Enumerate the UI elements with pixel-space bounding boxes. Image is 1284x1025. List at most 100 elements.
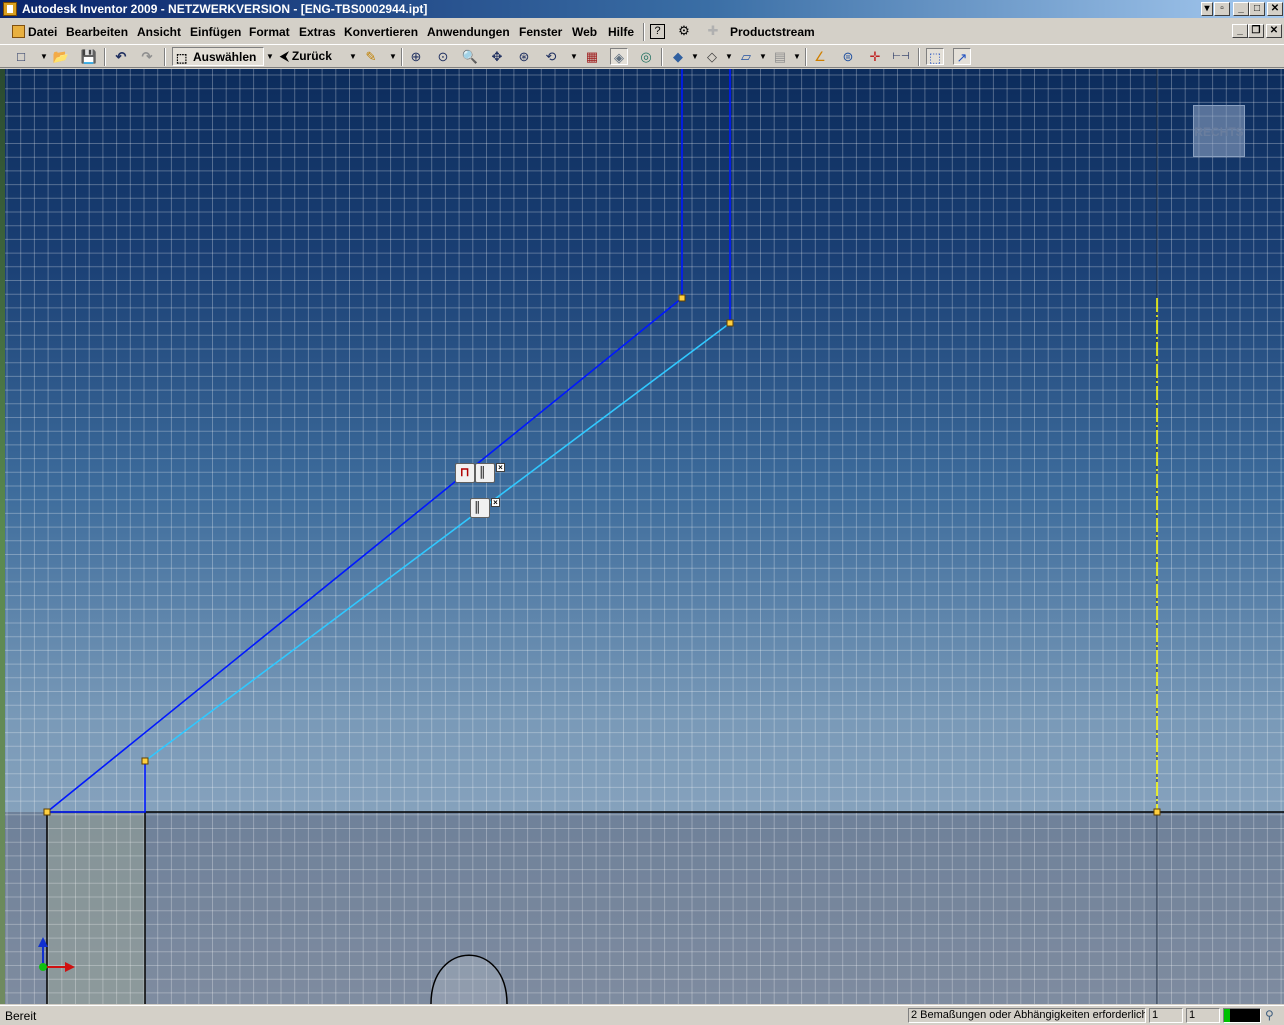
minimize-button[interactable]: _ xyxy=(1233,2,1249,16)
menu-einfuegen[interactable]: Einfügen xyxy=(190,25,241,39)
angle-icon[interactable]: ∠ xyxy=(811,48,829,65)
standard-toolbar: □ ▼ 📂 💾 ↶ ↷ ⬚ Auswählen ▼ ⮜ Zurück ▼ ✎ ▼… xyxy=(0,44,1284,68)
add-plus-icon[interactable]: ✚ xyxy=(705,23,721,39)
sketch-point xyxy=(1153,808,1161,816)
toolbar-separator xyxy=(918,48,920,66)
finish-sketch-icon[interactable]: ↗ xyxy=(953,48,971,65)
display-icon[interactable]: ◎ xyxy=(637,48,655,65)
sketch-dropdown-icon[interactable]: ▼ xyxy=(389,48,397,65)
menu-bar: Datei Bearbeiten Ansicht Einfügen Format… xyxy=(0,21,1284,43)
menu-konvertieren[interactable]: Konvertieren xyxy=(344,25,418,39)
parallel-constraint-glyph-2[interactable]: ∥ xyxy=(470,498,490,518)
toolbar-separator xyxy=(661,48,663,66)
help-question-icon[interactable]: ? xyxy=(650,24,665,39)
open-icon[interactable]: 📂 xyxy=(52,48,70,65)
title-bar: Autodesk Inventor 2009 - NETZWERKVERSION… xyxy=(0,0,1284,18)
sketch-profile-line xyxy=(44,69,683,813)
back-dropdown-icon[interactable]: ▼ xyxy=(349,48,357,65)
fix-constraint-glyph[interactable]: ⊓ xyxy=(455,463,475,483)
sketch-point xyxy=(141,757,149,765)
slice-graphics-icon[interactable]: ⊜ xyxy=(839,48,857,65)
orbit-dropdown-icon[interactable]: ▼ xyxy=(570,48,578,65)
lock-icon: ⊓ xyxy=(460,465,470,479)
toolbar-separator xyxy=(401,48,403,66)
menu-web[interactable]: Web xyxy=(572,25,597,39)
doc-restore-button[interactable]: ❐ xyxy=(1248,24,1264,38)
save-icon[interactable]: 💾 xyxy=(80,48,98,65)
productstream-menu[interactable]: Productstream xyxy=(730,25,815,39)
select-dropdown-icon[interactable]: ▼ xyxy=(266,48,274,65)
status-field-1: 1 xyxy=(1149,1008,1183,1023)
menu-datei[interactable]: Datei xyxy=(28,25,57,39)
menu-fenster[interactable]: Fenster xyxy=(519,25,562,39)
menu-bearbeiten[interactable]: Bearbeiten xyxy=(66,25,128,39)
plane-dropdown-icon[interactable]: ▼ xyxy=(759,48,767,65)
select-label: Auswählen xyxy=(193,50,257,64)
sketch-point xyxy=(726,319,734,327)
status-ready: Bereit xyxy=(5,1009,37,1023)
select-icon: ⬚ xyxy=(176,51,188,65)
dropdown-button[interactable]: ▾ xyxy=(1201,2,1213,16)
maximize-button[interactable]: □ xyxy=(1249,2,1265,16)
zoom-window-icon[interactable]: ⊙ xyxy=(434,48,452,65)
parallel-constraint-glyph[interactable]: ∥ xyxy=(475,463,495,483)
select-button[interactable]: ⬚ Auswählen xyxy=(172,47,264,66)
parallel-icon: ∥ xyxy=(479,464,486,479)
back-button[interactable]: ⮜ Zurück xyxy=(280,47,346,66)
zoom-all-icon[interactable]: ⊕ xyxy=(407,48,425,65)
sketch-icon[interactable]: ✎ xyxy=(362,48,380,65)
constraint-icon[interactable]: ⬚ xyxy=(926,48,944,65)
zoom-selected-icon[interactable]: ⊛ xyxy=(515,48,533,65)
doc-minimize-button[interactable]: _ xyxy=(1232,24,1248,38)
status-bar: Bereit 2 Bemaßungen oder Abhängigkeiten … xyxy=(0,1005,1284,1025)
close-glyph-icon[interactable]: × xyxy=(491,498,500,507)
parallel-icon: ∥ xyxy=(474,499,481,514)
part-face-region xyxy=(5,812,1284,1004)
section-dropdown-icon[interactable]: ▼ xyxy=(793,48,801,65)
undo-icon[interactable]: ↶ xyxy=(112,48,130,65)
pan-icon[interactable]: ✥ xyxy=(488,48,506,65)
view-cube[interactable]: RECHTS xyxy=(1193,105,1245,157)
shaded-icon[interactable]: ◈ xyxy=(610,48,628,65)
toolbar-separator xyxy=(104,48,106,66)
view-cube-icon[interactable]: ◆ xyxy=(669,48,687,65)
selected-sketch-line xyxy=(144,322,731,762)
ground-shadow-icon[interactable]: ◇ xyxy=(703,48,721,65)
new-file-icon[interactable]: □ xyxy=(12,48,30,65)
orbit-icon[interactable]: ⟲ xyxy=(542,48,560,65)
redo-icon[interactable]: ↷ xyxy=(138,48,156,65)
look-at-icon[interactable]: ▦ xyxy=(583,48,601,65)
sketch-point xyxy=(43,808,51,816)
shadow-dropdown-icon[interactable]: ▼ xyxy=(725,48,733,65)
graphics-viewport[interactable]: RECHTS ⊓ ∥ × ∥ × xyxy=(5,69,1284,1004)
sketch-canvas[interactable] xyxy=(5,69,1284,1004)
plane-icon[interactable]: ▱ xyxy=(737,48,755,65)
section-icon[interactable]: ▤ xyxy=(771,48,789,65)
resize-grip-icon[interactable]: ⚲ xyxy=(1265,1008,1274,1022)
toolbar-separator xyxy=(805,48,807,66)
document-icon[interactable] xyxy=(12,25,25,38)
new-dropdown-icon[interactable]: ▼ xyxy=(40,48,48,65)
inventor-app-icon[interactable] xyxy=(3,2,17,16)
menu-hilfe[interactable]: Hilfe xyxy=(608,25,634,39)
close-glyph-icon[interactable]: × xyxy=(496,463,505,472)
doc-close-button[interactable]: ✕ xyxy=(1266,24,1282,38)
cube-dropdown-icon[interactable]: ▼ xyxy=(691,48,699,65)
productstream-user-icon[interactable]: ⚙ xyxy=(676,23,692,39)
window-title: Autodesk Inventor 2009 - NETZWERKVERSION… xyxy=(22,2,428,16)
menu-anwendungen[interactable]: Anwendungen xyxy=(427,25,510,39)
status-message: 2 Bemaßungen oder Abhängigkeiten erforde… xyxy=(908,1008,1146,1023)
back-arrow-icon: ⮜ xyxy=(280,49,289,63)
origin-indicator xyxy=(39,963,47,971)
sketch-point xyxy=(678,294,686,302)
dimension-icon[interactable]: ⊢⊣ xyxy=(892,48,910,65)
menu-format[interactable]: Format xyxy=(249,25,290,39)
restore-small-button[interactable]: ▫ xyxy=(1214,2,1230,16)
progress-fill xyxy=(1224,1009,1230,1022)
menu-extras[interactable]: Extras xyxy=(299,25,336,39)
menu-ansicht[interactable]: Ansicht xyxy=(137,25,181,39)
zoom-icon[interactable]: 🔍 xyxy=(461,48,479,65)
close-button[interactable]: ✕ xyxy=(1267,2,1283,16)
menu-separator xyxy=(643,23,645,41)
center-point-icon[interactable]: ✛ xyxy=(866,48,884,65)
